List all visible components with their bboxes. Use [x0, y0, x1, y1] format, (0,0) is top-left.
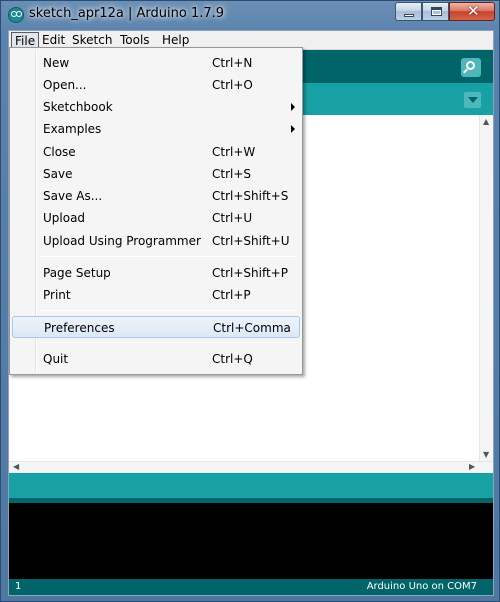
file-menu-print[interactable]: Print Ctrl+P — [12, 284, 300, 306]
menu-separator — [40, 342, 298, 343]
title-bar[interactable]: sketch_apr12a | Arduino 1.7.9 ✕ — [1, 1, 500, 29]
scroll-left-icon[interactable]: ◀ — [13, 462, 19, 471]
file-menu-dropdown: New Ctrl+N Open... Ctrl+O Sketchbook Exa… — [9, 47, 303, 375]
minimize-icon — [404, 14, 414, 17]
file-menu-save[interactable]: Save Ctrl+S — [12, 163, 300, 185]
scroll-down-icon[interactable]: ▼ — [483, 450, 489, 459]
menu-separator — [40, 256, 298, 257]
line-number: 1 — [15, 581, 22, 592]
submenu-arrow-icon — [291, 103, 295, 111]
file-menu-new[interactable]: New Ctrl+N — [12, 52, 300, 74]
file-menu-preferences[interactable]: Preferences Ctrl+Comma — [12, 316, 300, 338]
close-icon: ✕ — [467, 2, 480, 20]
status-footer: 1 Arduino Uno on COM7 — [9, 579, 493, 595]
file-menu-upload[interactable]: Upload Ctrl+U — [12, 207, 300, 229]
serial-monitor-button[interactable] — [461, 58, 481, 77]
menu-separator — [40, 310, 298, 311]
file-menu-page-setup[interactable]: Page Setup Ctrl+Shift+P — [12, 262, 300, 284]
file-menu-close[interactable]: Close Ctrl+W — [12, 141, 300, 163]
scroll-right-icon[interactable]: ▶ — [469, 462, 475, 471]
horizontal-scrollbar[interactable]: ◀ ▶ — [9, 461, 493, 473]
file-menu-examples[interactable]: Examples — [12, 118, 300, 140]
board-port-info: Arduino Uno on COM7 — [366, 581, 477, 592]
minimize-button[interactable] — [395, 2, 422, 21]
scroll-up-icon[interactable]: ▲ — [483, 117, 489, 126]
console-output[interactable] — [9, 503, 493, 579]
file-menu-sketchbook[interactable]: Sketchbook — [12, 96, 300, 118]
file-menu-save-as[interactable]: Save As... Ctrl+Shift+S — [12, 185, 300, 207]
application-window: sketch_apr12a | Arduino 1.7.9 ✕ File Edi… — [0, 0, 500, 602]
file-menu-quit[interactable]: Quit Ctrl+Q — [12, 348, 300, 370]
maximize-icon — [431, 7, 442, 16]
tab-menu-button[interactable] — [464, 92, 481, 108]
vertical-scrollbar[interactable]: ▲ ▼ — [479, 115, 493, 461]
maximize-button[interactable] — [422, 2, 449, 21]
close-button[interactable]: ✕ — [449, 2, 495, 21]
window-title: sketch_apr12a | Arduino 1.7.9 — [29, 6, 225, 21]
file-menu-open[interactable]: Open... Ctrl+O — [12, 74, 300, 96]
file-menu-upload-using-programmer[interactable]: Upload Using Programmer Ctrl+Shift+U — [12, 230, 300, 252]
chevron-down-icon — [468, 97, 478, 103]
submenu-arrow-icon — [291, 125, 295, 133]
arduino-logo-icon[interactable] — [8, 7, 24, 23]
